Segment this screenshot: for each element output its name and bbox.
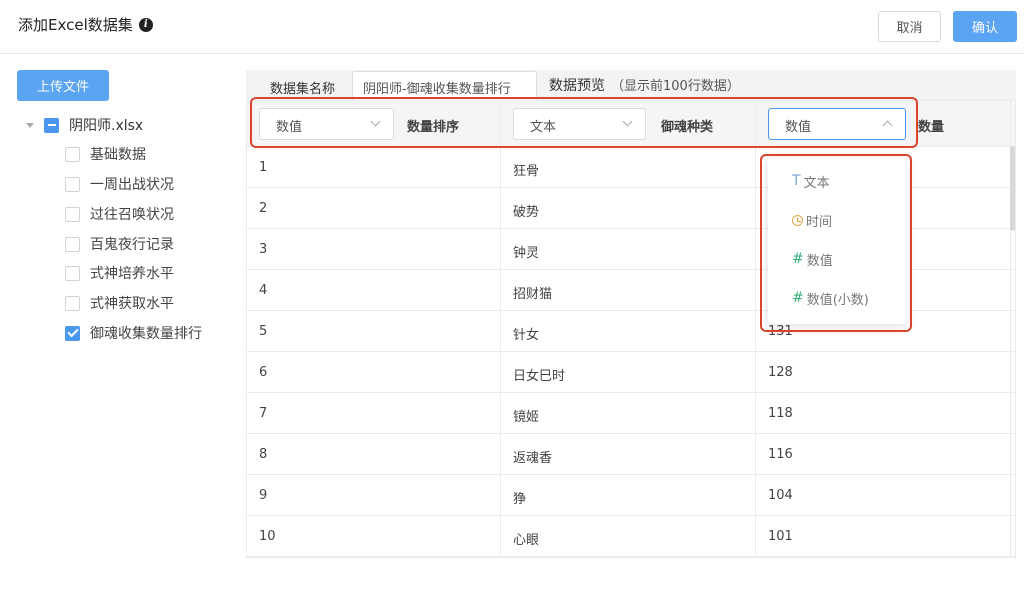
dialog-header: 添加Excel数据集 i 取消 确认 — [0, 0, 1024, 54]
table-cell: 9 — [259, 488, 268, 503]
table-cell: 3 — [259, 242, 268, 257]
table-cell: 8 — [259, 447, 268, 462]
sheet-item[interactable]: 式神培养水平 — [65, 262, 174, 284]
file-tree-root[interactable]: 阴阳师.xlsx — [26, 114, 143, 136]
table-cell: 狰 — [513, 492, 527, 507]
sheet-checkbox[interactable] — [65, 265, 80, 281]
table-cell: 破势 — [513, 205, 540, 220]
dropdown-option-label: 时间 — [806, 214, 833, 230]
column-type-value: 数值 — [785, 120, 812, 135]
table-cell: 心眼 — [513, 533, 540, 548]
sheet-label: 百鬼夜行记录 — [90, 237, 174, 253]
table-row: 6 日女巳时 128 — [247, 352, 1015, 393]
sheet-item[interactable]: 百鬼夜行记录 — [65, 233, 174, 255]
preview-label: 数据预览 — [549, 78, 605, 94]
dropdown-option-time[interactable]: 时间 — [792, 210, 832, 230]
text-type-icon: T — [792, 173, 801, 189]
column-type-select[interactable]: 文本 — [513, 108, 646, 140]
dropdown-option-label: 数值(小数) — [806, 292, 869, 308]
cancel-button[interactable]: 取消 — [878, 11, 941, 42]
preview-note: （显示前100行数据） — [611, 79, 740, 94]
table-cell: 日女巳时 — [513, 369, 566, 384]
column-type-select[interactable]: 数值 — [259, 108, 394, 140]
upload-file-button[interactable]: 上传文件 — [17, 70, 109, 101]
file-checkbox[interactable] — [44, 117, 59, 133]
sheet-checkbox[interactable] — [65, 206, 80, 222]
sheet-checkbox[interactable] — [65, 146, 80, 162]
table-row: 10 心眼 101 — [247, 516, 1015, 557]
table-cell: 116 — [768, 447, 793, 462]
table-cell: 101 — [768, 529, 793, 544]
table-header: 数值 数量排序 文本 御魂种类 数值 数量 — [247, 101, 1015, 147]
table-cell: 7 — [259, 406, 268, 421]
column-name: 数量 — [918, 120, 945, 135]
dropdown-option-decimal[interactable]: # 数值(小数) — [792, 288, 869, 308]
table-cell: 5 — [259, 324, 268, 339]
chevron-down-icon — [622, 116, 633, 127]
file-name: 阴阳师.xlsx — [69, 118, 144, 134]
table-cell: 118 — [768, 406, 793, 421]
sheet-item[interactable]: 基础数据 — [65, 143, 146, 165]
column-name: 御魂种类 — [661, 120, 714, 135]
table-row: 9 狰 104 — [247, 475, 1015, 516]
caret-down-icon[interactable] — [26, 122, 34, 128]
preview-title: 数据预览 （显示前100行数据） — [549, 75, 740, 95]
dropdown-option-label: 数值 — [806, 253, 833, 269]
sheet-checkbox[interactable] — [65, 295, 80, 311]
sheet-item[interactable]: 过往召唤状况 — [65, 203, 174, 225]
column-type-value: 数值 — [276, 120, 303, 135]
table-cell: 1 — [259, 160, 268, 175]
dropdown-option-number[interactable]: # 数值 — [792, 249, 833, 269]
table-cell: 6 — [259, 365, 268, 380]
hash-icon: # — [792, 290, 804, 306]
chevron-down-icon — [370, 116, 381, 127]
table-cell: 131 — [768, 324, 793, 339]
table-cell: 钟灵 — [513, 246, 540, 261]
sheet-label: 式神获取水平 — [90, 296, 174, 312]
sheet-item[interactable]: 式神获取水平 — [65, 292, 174, 314]
sheet-checkbox-checked[interactable] — [65, 325, 80, 341]
sheet-item[interactable]: 御魂收集数量排行 — [65, 322, 202, 344]
table-row: 8 返魂香 116 — [247, 434, 1015, 475]
hash-icon: # — [792, 251, 804, 267]
chevron-up-icon — [882, 120, 893, 131]
sheet-label: 过往召唤状况 — [90, 207, 174, 223]
sheet-label: 一周出战状况 — [90, 177, 174, 193]
sheet-label: 御魂收集数量排行 — [90, 326, 202, 342]
table-cell: 104 — [768, 488, 793, 503]
sheet-item[interactable]: 一周出战状况 — [65, 173, 174, 195]
dataset-name-label: 数据集名称 — [270, 82, 336, 97]
dropdown-option-text[interactable]: T 文本 — [792, 171, 830, 191]
table-cell: 4 — [259, 283, 268, 298]
sheet-label: 式神培养水平 — [90, 266, 174, 282]
table-cell: 招财猫 — [513, 287, 553, 302]
table-cell: 128 — [768, 365, 793, 380]
dialog-title-text: 添加Excel数据集 — [18, 16, 133, 34]
table-cell: 10 — [259, 529, 276, 544]
table-cell: 狂骨 — [513, 164, 540, 179]
table-cell: 返魂香 — [513, 451, 553, 466]
table-cell: 镜姬 — [513, 410, 540, 425]
column-name: 数量排序 — [407, 120, 460, 135]
column-type-dropdown: T 文本 时间 # 数值 # 数值(小数) — [768, 158, 908, 324]
info-icon[interactable]: i — [138, 17, 153, 32]
confirm-button[interactable]: 确认 — [953, 11, 1017, 42]
table-row: 7 镜姬 118 — [247, 393, 1015, 434]
table-cell: 针女 — [513, 328, 540, 343]
sheet-checkbox[interactable] — [65, 236, 80, 252]
table-scrollbar[interactable] — [1010, 146, 1015, 231]
sheet-label: 基础数据 — [90, 147, 146, 163]
dialog-title: 添加Excel数据集 i — [18, 14, 153, 35]
table-cell: 2 — [259, 201, 268, 216]
dropdown-option-label: 文本 — [803, 175, 830, 191]
column-type-value: 文本 — [530, 120, 557, 135]
sheet-checkbox[interactable] — [65, 176, 80, 192]
column-type-select-open[interactable]: 数值 — [768, 108, 906, 140]
clock-icon — [792, 214, 803, 226]
dataset-name-input[interactable]: 阴阳师-御魂收集数量排行 — [352, 71, 537, 101]
